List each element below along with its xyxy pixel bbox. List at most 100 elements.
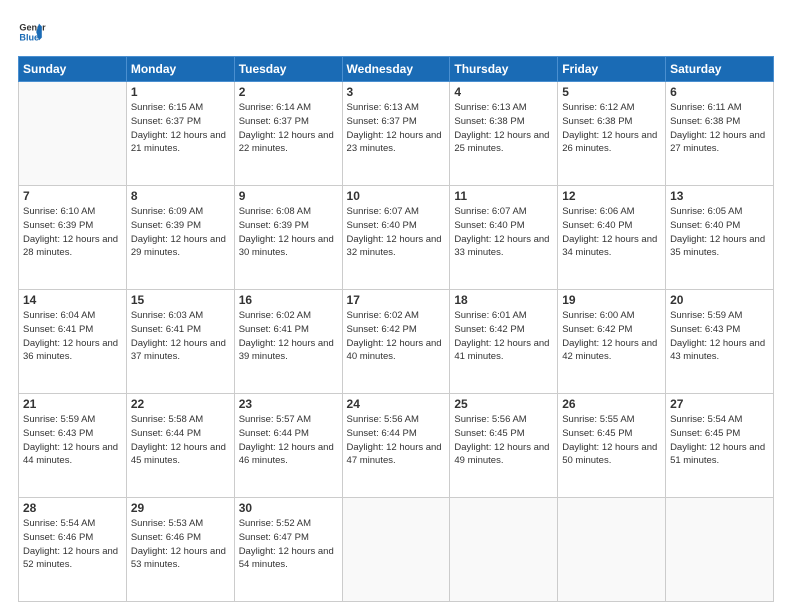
weekday-header-tuesday: Tuesday — [234, 57, 342, 82]
calendar-cell — [19, 82, 127, 186]
day-number: 10 — [347, 189, 446, 203]
calendar-cell: 6 Sunrise: 6:11 AM Sunset: 6:38 PM Daylig… — [666, 82, 774, 186]
day-info: Sunrise: 5:53 AM Sunset: 6:46 PM Dayligh… — [131, 517, 230, 572]
day-number: 20 — [670, 293, 769, 307]
day-number: 13 — [670, 189, 769, 203]
calendar-cell: 4Sunrise: 6:13 AM Sunset: 6:38 PM Daylig… — [450, 82, 558, 186]
weekday-header-thursday: Thursday — [450, 57, 558, 82]
day-info: Sunrise: 6:10 AM Sunset: 6:39 PM Dayligh… — [23, 205, 122, 260]
calendar-cell: 5 Sunrise: 6:12 AM Sunset: 6:38 PM Daylig… — [558, 82, 666, 186]
calendar-cell: 14 Sunrise: 6:04 AM Sunset: 6:41 PM Dayli… — [19, 290, 127, 394]
day-number: 12 — [562, 189, 661, 203]
calendar-cell: 7 Sunrise: 6:10 AM Sunset: 6:39 PM Daylig… — [19, 186, 127, 290]
calendar-cell: 25 Sunrise: 5:56 AM Sunset: 6:45 PM Dayli… — [450, 394, 558, 498]
week-row-0: 1 Sunrise: 6:15 AM Sunset: 6:37 PM Daylig… — [19, 82, 774, 186]
calendar-cell: 19Sunrise: 6:00 AM Sunset: 6:42 PM Dayli… — [558, 290, 666, 394]
day-number: 30 — [239, 501, 338, 515]
day-info: Sunrise: 6:04 AM Sunset: 6:41 PM Dayligh… — [23, 309, 122, 364]
day-info: Sunrise: 5:55 AM Sunset: 6:45 PM Dayligh… — [562, 413, 661, 468]
weekday-header-row: SundayMondayTuesdayWednesdayThursdayFrid… — [19, 57, 774, 82]
calendar-cell: 1 Sunrise: 6:15 AM Sunset: 6:37 PM Daylig… — [126, 82, 234, 186]
calendar-cell: 8 Sunrise: 6:09 AM Sunset: 6:39 PM Daylig… — [126, 186, 234, 290]
day-number: 6 — [670, 85, 769, 99]
calendar-cell: 18Sunrise: 6:01 AM Sunset: 6:42 PM Dayli… — [450, 290, 558, 394]
calendar-cell: 27Sunrise: 5:54 AM Sunset: 6:45 PM Dayli… — [666, 394, 774, 498]
calendar-cell: 21 Sunrise: 5:59 AM Sunset: 6:43 PM Dayli… — [19, 394, 127, 498]
day-info: Sunrise: 5:59 AM Sunset: 6:43 PM Dayligh… — [23, 413, 122, 468]
day-number: 3 — [347, 85, 446, 99]
day-info: Sunrise: 6:05 AM Sunset: 6:40 PM Dayligh… — [670, 205, 769, 260]
calendar-cell: 20 Sunrise: 5:59 AM Sunset: 6:43 PM Dayli… — [666, 290, 774, 394]
day-number: 7 — [23, 189, 122, 203]
week-row-3: 21 Sunrise: 5:59 AM Sunset: 6:43 PM Dayli… — [19, 394, 774, 498]
weekday-header-saturday: Saturday — [666, 57, 774, 82]
calendar-cell: 9Sunrise: 6:08 AM Sunset: 6:39 PM Daylig… — [234, 186, 342, 290]
day-info: Sunrise: 6:15 AM Sunset: 6:37 PM Dayligh… — [131, 101, 230, 156]
day-info: Sunrise: 6:13 AM Sunset: 6:38 PM Dayligh… — [454, 101, 553, 156]
calendar-cell: 22 Sunrise: 5:58 AM Sunset: 6:44 PM Dayli… — [126, 394, 234, 498]
day-info: Sunrise: 6:12 AM Sunset: 6:38 PM Dayligh… — [562, 101, 661, 156]
day-info: Sunrise: 6:09 AM Sunset: 6:39 PM Dayligh… — [131, 205, 230, 260]
day-info: Sunrise: 5:58 AM Sunset: 6:44 PM Dayligh… — [131, 413, 230, 468]
day-info: Sunrise: 5:56 AM Sunset: 6:45 PM Dayligh… — [454, 413, 553, 468]
calendar-cell — [450, 498, 558, 602]
week-row-4: 28Sunrise: 5:54 AM Sunset: 6:46 PM Dayli… — [19, 498, 774, 602]
day-info: Sunrise: 6:03 AM Sunset: 6:41 PM Dayligh… — [131, 309, 230, 364]
day-number: 9 — [239, 189, 338, 203]
day-info: Sunrise: 6:02 AM Sunset: 6:41 PM Dayligh… — [239, 309, 338, 364]
day-info: Sunrise: 6:13 AM Sunset: 6:37 PM Dayligh… — [347, 101, 446, 156]
day-number: 8 — [131, 189, 230, 203]
day-info: Sunrise: 6:11 AM Sunset: 6:38 PM Dayligh… — [670, 101, 769, 156]
day-number: 29 — [131, 501, 230, 515]
calendar-cell — [342, 498, 450, 602]
calendar-cell: 29 Sunrise: 5:53 AM Sunset: 6:46 PM Dayli… — [126, 498, 234, 602]
calendar-cell — [666, 498, 774, 602]
day-number: 5 — [562, 85, 661, 99]
calendar-cell: 28Sunrise: 5:54 AM Sunset: 6:46 PM Dayli… — [19, 498, 127, 602]
day-number: 2 — [239, 85, 338, 99]
calendar-cell: 13 Sunrise: 6:05 AM Sunset: 6:40 PM Dayli… — [666, 186, 774, 290]
day-info: Sunrise: 5:57 AM Sunset: 6:44 PM Dayligh… — [239, 413, 338, 468]
day-info: Sunrise: 6:00 AM Sunset: 6:42 PM Dayligh… — [562, 309, 661, 364]
calendar-table: SundayMondayTuesdayWednesdayThursdayFrid… — [18, 56, 774, 602]
calendar-cell: 15Sunrise: 6:03 AM Sunset: 6:41 PM Dayli… — [126, 290, 234, 394]
day-info: Sunrise: 6:01 AM Sunset: 6:42 PM Dayligh… — [454, 309, 553, 364]
day-number: 14 — [23, 293, 122, 307]
calendar-cell: 10 Sunrise: 6:07 AM Sunset: 6:40 PM Dayli… — [342, 186, 450, 290]
svg-text:General: General — [19, 23, 46, 33]
svg-text:Blue: Blue — [19, 32, 39, 42]
calendar-cell: 30Sunrise: 5:52 AM Sunset: 6:47 PM Dayli… — [234, 498, 342, 602]
day-number: 11 — [454, 189, 553, 203]
day-info: Sunrise: 6:14 AM Sunset: 6:37 PM Dayligh… — [239, 101, 338, 156]
calendar-cell: 24Sunrise: 5:56 AM Sunset: 6:44 PM Dayli… — [342, 394, 450, 498]
weekday-header-sunday: Sunday — [19, 57, 127, 82]
day-number: 22 — [131, 397, 230, 411]
day-number: 16 — [239, 293, 338, 307]
calendar-cell: 12Sunrise: 6:06 AM Sunset: 6:40 PM Dayli… — [558, 186, 666, 290]
calendar-cell: 16 Sunrise: 6:02 AM Sunset: 6:41 PM Dayli… — [234, 290, 342, 394]
weekday-header-friday: Friday — [558, 57, 666, 82]
page: General Blue SundayMondayTuesdayWednesda… — [0, 0, 792, 612]
weekday-header-wednesday: Wednesday — [342, 57, 450, 82]
day-number: 21 — [23, 397, 122, 411]
day-info: Sunrise: 6:02 AM Sunset: 6:42 PM Dayligh… — [347, 309, 446, 364]
day-info: Sunrise: 6:07 AM Sunset: 6:40 PM Dayligh… — [347, 205, 446, 260]
logo-icon: General Blue — [18, 18, 46, 46]
day-number: 17 — [347, 293, 446, 307]
header: General Blue — [18, 18, 774, 46]
week-row-1: 7 Sunrise: 6:10 AM Sunset: 6:39 PM Daylig… — [19, 186, 774, 290]
weekday-header-monday: Monday — [126, 57, 234, 82]
calendar-cell: 17 Sunrise: 6:02 AM Sunset: 6:42 PM Dayli… — [342, 290, 450, 394]
calendar-cell: 26Sunrise: 5:55 AM Sunset: 6:45 PM Dayli… — [558, 394, 666, 498]
calendar-cell — [558, 498, 666, 602]
day-info: Sunrise: 5:59 AM Sunset: 6:43 PM Dayligh… — [670, 309, 769, 364]
day-number: 24 — [347, 397, 446, 411]
day-info: Sunrise: 5:54 AM Sunset: 6:45 PM Dayligh… — [670, 413, 769, 468]
day-number: 25 — [454, 397, 553, 411]
calendar-cell: 11 Sunrise: 6:07 AM Sunset: 6:40 PM Dayli… — [450, 186, 558, 290]
day-number: 1 — [131, 85, 230, 99]
calendar-cell: 2 Sunrise: 6:14 AM Sunset: 6:37 PM Daylig… — [234, 82, 342, 186]
day-info: Sunrise: 5:54 AM Sunset: 6:46 PM Dayligh… — [23, 517, 122, 572]
day-info: Sunrise: 6:07 AM Sunset: 6:40 PM Dayligh… — [454, 205, 553, 260]
calendar-cell: 3 Sunrise: 6:13 AM Sunset: 6:37 PM Daylig… — [342, 82, 450, 186]
